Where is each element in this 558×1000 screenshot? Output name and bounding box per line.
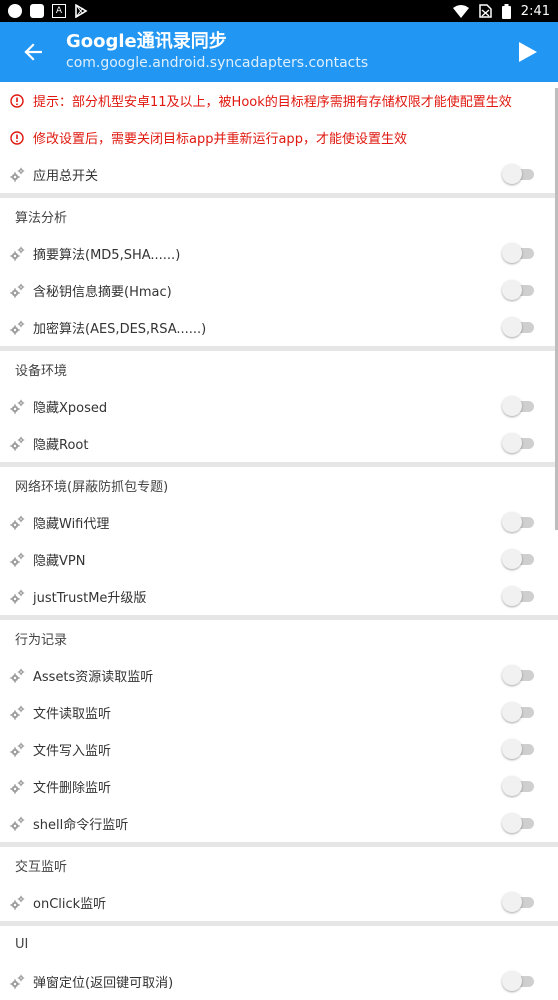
battery-icon <box>501 3 511 19</box>
toggle-switch[interactable] <box>502 396 534 416</box>
square-icon <box>30 4 44 18</box>
gear-icon <box>10 283 25 298</box>
section-header-ui: UI <box>15 937 29 952</box>
warning-text: 修改设置后，需要关闭目标app并重新运行app，才能使设置生效 <box>33 132 407 147</box>
setting-row-hide-wifi-proxy[interactable]: 隐藏Wifi代理 <box>0 504 558 541</box>
section-header-device: 设备环境 <box>15 364 68 379</box>
setting-row-file-read[interactable]: 文件读取监听 <box>0 694 558 731</box>
toggle-switch[interactable] <box>502 280 534 300</box>
gear-icon <box>10 742 25 757</box>
no-sim-icon <box>479 4 492 18</box>
gear-icon <box>10 974 25 989</box>
circle-icon <box>8 4 22 18</box>
play-store-icon <box>75 4 88 18</box>
setting-row-file-delete[interactable]: 文件删除监听 <box>0 768 558 805</box>
gear-icon <box>10 705 25 720</box>
toggle-switch[interactable] <box>502 549 534 569</box>
toggle-switch[interactable] <box>502 586 534 606</box>
setting-row-hide-root[interactable]: 隐藏Root <box>0 425 558 462</box>
section-header-network: 网络环境(屏蔽防抓包专题) <box>15 480 169 495</box>
status-left-icons: A <box>8 4 88 18</box>
toggle-switch[interactable] <box>502 433 534 453</box>
setting-row-dialog-locate[interactable]: 弹窗定位(返回键可取消) <box>0 963 558 1000</box>
setting-row-shell[interactable]: shell命令行监听 <box>0 805 558 842</box>
app-bar-titles: Google通讯录同步 com.google.android.syncadapt… <box>66 31 498 73</box>
setting-row-hmac[interactable]: 含秘钥信息摘要(Hmac) <box>0 272 558 309</box>
setting-label: 隐藏Root <box>33 438 89 453</box>
alert-circle-icon <box>10 93 24 108</box>
toggle-switch[interactable] <box>502 739 534 759</box>
toggle-switch[interactable] <box>502 243 534 263</box>
setting-row-onclick[interactable]: onClick监听 <box>0 884 558 921</box>
setting-row-file-write[interactable]: 文件写入监听 <box>0 731 558 768</box>
warning-restart-app: 修改设置后，需要关闭目标app并重新运行app，才能使设置生效 <box>0 119 558 156</box>
toggle-switch[interactable] <box>502 665 534 685</box>
setting-row-encryption[interactable]: 加密算法(AES,DES,RSA......) <box>0 309 558 346</box>
toggle-switch[interactable] <box>502 512 534 532</box>
gear-icon <box>10 399 25 414</box>
toggle-switch[interactable] <box>502 971 534 991</box>
app-bar: Google通讯录同步 com.google.android.syncadapt… <box>0 22 558 82</box>
app-package-name: com.google.android.syncadapters.contacts <box>66 55 369 71</box>
play-icon <box>519 42 537 62</box>
wifi-icon <box>452 4 469 18</box>
setting-row-hide-xposed[interactable]: 隐藏Xposed <box>0 388 558 425</box>
toggle-switch[interactable] <box>502 776 534 796</box>
setting-label: Assets资源读取监听 <box>33 670 154 685</box>
toggle-switch[interactable] <box>502 892 534 912</box>
setting-label: 隐藏Wifi代理 <box>33 517 110 532</box>
gear-icon <box>10 668 25 683</box>
setting-label: justTrustMe升级版 <box>33 591 147 606</box>
gear-icon <box>10 589 25 604</box>
toggle-switch[interactable] <box>502 702 534 722</box>
status-bar: A 2:41 <box>0 0 558 22</box>
setting-row-digest[interactable]: 摘要算法(MD5,SHA......) <box>0 235 558 272</box>
gear-icon <box>10 779 25 794</box>
run-button[interactable] <box>498 22 558 82</box>
setting-label: onClick监听 <box>33 897 107 912</box>
toggle-switch[interactable] <box>502 317 534 337</box>
setting-label: 应用总开关 <box>33 169 99 184</box>
warning-text: 提示：部分机型安卓11及以上，被Hook的目标程序需拥有存储权限才能使配置生效 <box>33 95 512 110</box>
setting-label: shell命令行监听 <box>33 818 129 833</box>
setting-label: 隐藏Xposed <box>33 401 108 416</box>
master-toggle-switch[interactable] <box>502 164 534 184</box>
gear-icon <box>10 816 25 831</box>
gear-icon <box>10 436 25 451</box>
setting-label: 弹窗定位(返回键可取消) <box>33 976 174 991</box>
setting-label: 文件写入监听 <box>33 744 112 759</box>
section-header-behavior: 行为记录 <box>15 633 68 648</box>
gear-icon <box>10 167 25 182</box>
gear-icon <box>10 320 25 335</box>
back-button[interactable] <box>0 22 66 82</box>
setting-label: 文件读取监听 <box>33 707 112 722</box>
alert-circle-icon <box>10 130 24 145</box>
setting-row-just-trust-me[interactable]: justTrustMe升级版 <box>0 578 558 615</box>
toggle-switch[interactable] <box>502 813 534 833</box>
status-right-icons: 2:41 <box>452 3 550 19</box>
warning-storage-permission: 提示：部分机型安卓11及以上，被Hook的目标程序需拥有存储权限才能使配置生效 <box>0 82 558 119</box>
section-header-interaction: 交互监听 <box>15 860 68 875</box>
setting-row-hide-vpn[interactable]: 隐藏VPN <box>0 541 558 578</box>
status-time: 2:41 <box>520 3 550 19</box>
settings-list: 提示：部分机型安卓11及以上，被Hook的目标程序需拥有存储权限才能使配置生效 … <box>0 82 558 1000</box>
setting-label: 含秘钥信息摘要(Hmac) <box>33 285 172 300</box>
setting-label: 隐藏VPN <box>33 554 86 569</box>
setting-row-master-switch[interactable]: 应用总开关 <box>0 156 558 193</box>
app-title: Google通讯录同步 <box>66 31 227 52</box>
gear-icon <box>10 552 25 567</box>
setting-label: 文件删除监听 <box>33 781 112 796</box>
setting-row-assets-read[interactable]: Assets资源读取监听 <box>0 657 558 694</box>
section-header-algorithm: 算法分析 <box>15 211 68 226</box>
arrow-back-icon <box>24 43 42 61</box>
gear-icon <box>10 515 25 530</box>
gear-icon <box>10 895 25 910</box>
a-box-icon: A <box>52 4 66 18</box>
setting-label: 加密算法(AES,DES,RSA......) <box>33 322 207 337</box>
setting-label: 摘要算法(MD5,SHA......) <box>33 248 181 263</box>
gear-icon <box>10 246 25 261</box>
